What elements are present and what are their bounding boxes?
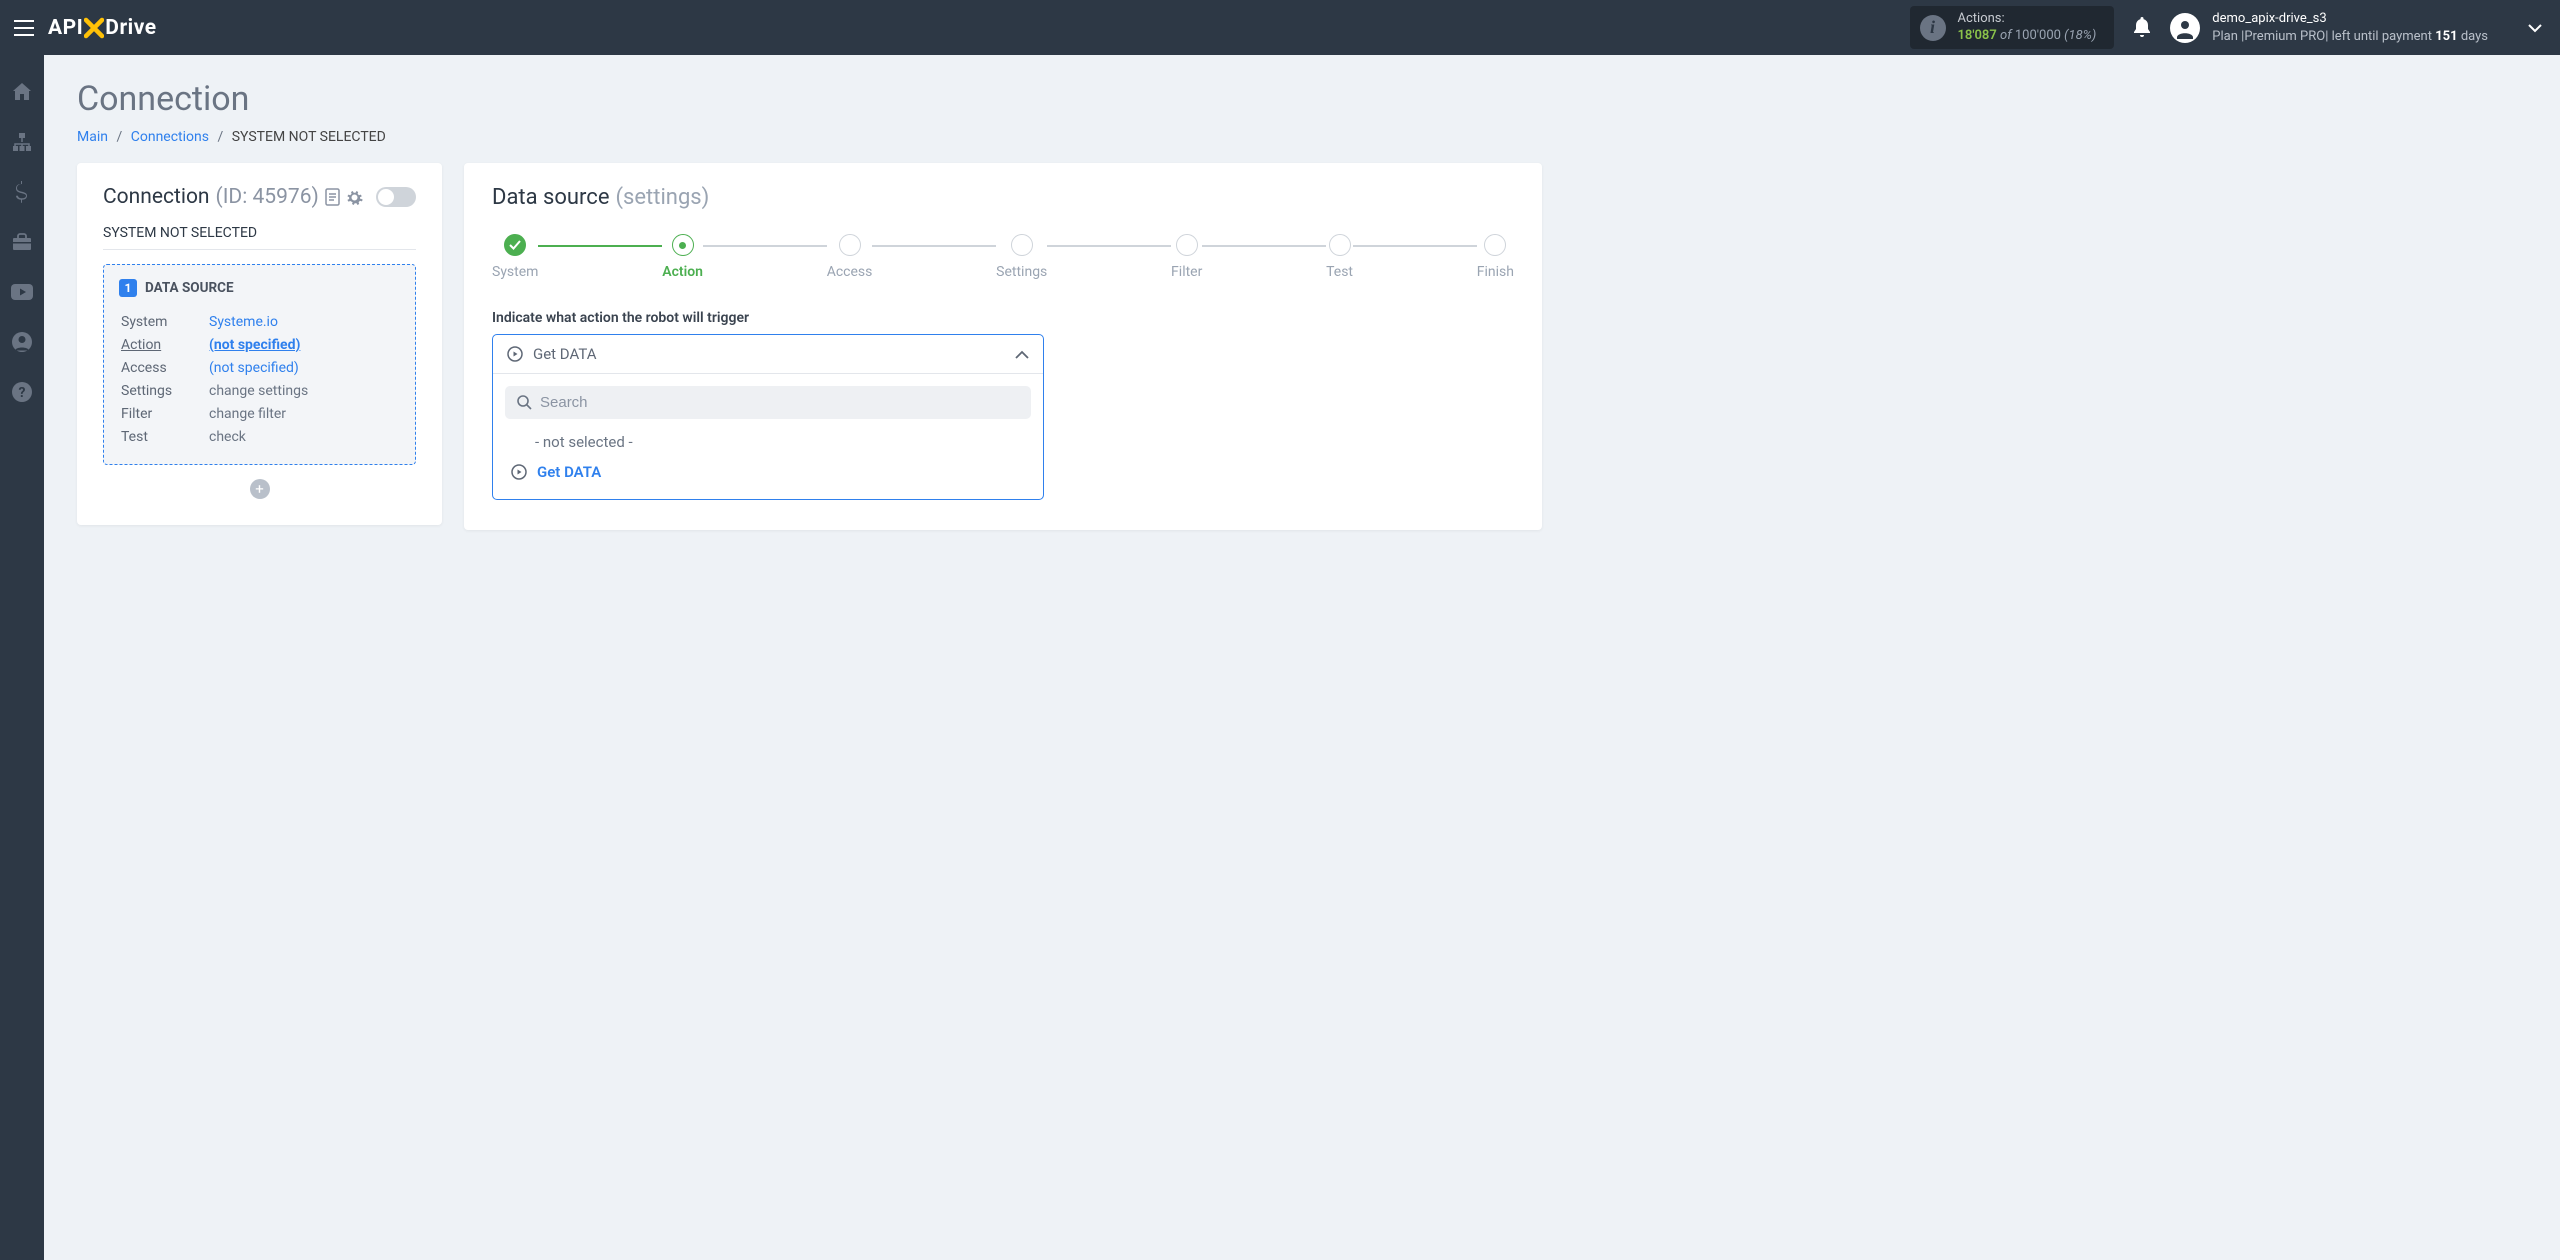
step-label: Access bbox=[827, 264, 873, 280]
svg-text:?: ? bbox=[19, 385, 26, 401]
data-source-box: 1 DATA SOURCE System Systeme.io Action (… bbox=[103, 264, 416, 465]
sidebar: ? bbox=[0, 55, 44, 1260]
step-test[interactable]: Test bbox=[1326, 234, 1353, 280]
right-card-subtitle: (settings) bbox=[616, 185, 710, 210]
data-source-badge: 1 bbox=[119, 279, 137, 297]
ds-label: Filter bbox=[121, 403, 207, 424]
dropdown-search[interactable] bbox=[505, 386, 1031, 419]
dollar-icon[interactable] bbox=[11, 181, 33, 203]
gear-icon[interactable] bbox=[346, 189, 363, 206]
actions-of: of bbox=[2000, 28, 2012, 43]
ds-row-filter[interactable]: Filter change filter bbox=[121, 403, 398, 424]
play-icon bbox=[511, 464, 527, 480]
connection-id: (ID: 45976) bbox=[216, 185, 319, 209]
step-access[interactable]: Access bbox=[827, 234, 873, 280]
chevron-up-icon bbox=[1015, 350, 1029, 359]
top-header: API Drive i Actions: 18'087 of 100'000 (… bbox=[0, 0, 2560, 55]
breadcrumb-current: SYSTEM NOT SELECTED bbox=[232, 129, 386, 145]
ds-label: Action bbox=[121, 334, 207, 355]
logo[interactable]: API Drive bbox=[48, 16, 157, 40]
play-icon bbox=[507, 346, 523, 362]
dropdown-option-get-data[interactable]: Get DATA bbox=[505, 457, 1031, 487]
actions-counter[interactable]: i Actions: 18'087 of 100'000 (18%) bbox=[1910, 6, 2115, 50]
ds-value[interactable]: change filter bbox=[209, 403, 398, 424]
actions-total: 100'000 bbox=[2015, 28, 2061, 43]
right-card-title: Data source bbox=[492, 185, 610, 210]
data-source-settings-card: Data source (settings) System Action bbox=[464, 163, 1542, 530]
notifications-icon[interactable] bbox=[2132, 17, 2152, 39]
home-icon[interactable] bbox=[11, 81, 33, 103]
chevron-down-icon[interactable] bbox=[2528, 23, 2542, 33]
info-icon: i bbox=[1920, 15, 1946, 41]
dropdown-option-not-selected[interactable]: - not selected - bbox=[505, 427, 1031, 457]
ds-row-access[interactable]: Access (not specified) bbox=[121, 357, 398, 378]
ds-label: System bbox=[121, 311, 207, 332]
user-name: demo_apix-drive_s3 bbox=[2212, 10, 2488, 28]
step-label: Test bbox=[1326, 264, 1353, 280]
help-icon[interactable]: ? bbox=[11, 381, 33, 403]
actions-label: Actions: bbox=[1958, 11, 2097, 28]
step-settings[interactable]: Settings bbox=[996, 234, 1047, 280]
connection-toggle[interactable] bbox=[376, 187, 416, 207]
action-field-label: Indicate what action the robot will trig… bbox=[492, 310, 1514, 326]
stepper: System Action Access Settings Filter bbox=[492, 234, 1514, 280]
avatar-icon bbox=[2170, 13, 2200, 43]
dropdown-search-input[interactable] bbox=[540, 394, 1019, 411]
user-icon[interactable] bbox=[11, 331, 33, 353]
ds-value[interactable]: Systeme.io bbox=[209, 311, 398, 332]
ds-label: Access bbox=[121, 357, 207, 378]
dropdown-selected[interactable]: Get DATA bbox=[493, 335, 1043, 374]
ds-label: Test bbox=[121, 426, 207, 447]
ds-value[interactable]: (not specified) bbox=[209, 334, 398, 355]
dropdown-option-label: Get DATA bbox=[537, 463, 601, 481]
user-menu[interactable]: demo_apix-drive_s3 Plan |Premium PRO| le… bbox=[2170, 10, 2488, 45]
actions-used: 18'087 bbox=[1958, 28, 1997, 43]
breadcrumb-main[interactable]: Main bbox=[77, 129, 108, 145]
main-content: Connection Main / Connections / SYSTEM N… bbox=[44, 55, 2560, 1260]
ds-row-settings[interactable]: Settings change settings bbox=[121, 380, 398, 401]
breadcrumb-connections[interactable]: Connections bbox=[131, 129, 209, 145]
connection-subhead: SYSTEM NOT SELECTED bbox=[103, 225, 416, 250]
actions-pct: (18%) bbox=[2064, 28, 2096, 43]
youtube-icon[interactable] bbox=[11, 281, 33, 303]
connection-card: Connection (ID: 45976) SYSTEM NOT SELECT… bbox=[77, 163, 442, 525]
ds-row-action[interactable]: Action (not specified) bbox=[121, 334, 398, 355]
data-source-title: DATA SOURCE bbox=[145, 280, 234, 296]
ds-value[interactable]: check bbox=[209, 426, 398, 447]
document-icon[interactable] bbox=[325, 188, 340, 206]
step-label: Action bbox=[662, 264, 703, 280]
step-label: Finish bbox=[1477, 264, 1514, 280]
menu-toggle[interactable] bbox=[12, 16, 36, 40]
logo-drive: Drive bbox=[105, 16, 156, 40]
step-label: System bbox=[492, 264, 538, 280]
ds-row-test[interactable]: Test check bbox=[121, 426, 398, 447]
step-label: Filter bbox=[1171, 264, 1202, 280]
page-title: Connection bbox=[77, 79, 2527, 119]
logo-x bbox=[84, 17, 104, 39]
ds-row-system[interactable]: System Systeme.io bbox=[121, 311, 398, 332]
step-label: Settings bbox=[996, 264, 1047, 280]
logo-api: API bbox=[48, 16, 83, 40]
ds-value[interactable]: (not specified) bbox=[209, 357, 398, 378]
dropdown-selected-text: Get DATA bbox=[533, 345, 597, 363]
actions-text: Actions: 18'087 of 100'000 (18%) bbox=[1958, 11, 2097, 45]
breadcrumb: Main / Connections / SYSTEM NOT SELECTED bbox=[77, 129, 2527, 145]
briefcase-icon[interactable] bbox=[11, 231, 33, 253]
step-system[interactable]: System bbox=[492, 234, 538, 280]
action-dropdown: Get DATA - not selected - Get DAT bbox=[492, 334, 1044, 500]
connection-card-title: Connection bbox=[103, 185, 210, 209]
step-filter[interactable]: Filter bbox=[1171, 234, 1202, 280]
sitemap-icon[interactable] bbox=[11, 131, 33, 153]
step-finish[interactable]: Finish bbox=[1477, 234, 1514, 280]
ds-label: Settings bbox=[121, 380, 207, 401]
add-datasource-button[interactable]: + bbox=[250, 479, 270, 499]
step-action[interactable]: Action bbox=[662, 234, 703, 280]
search-icon bbox=[517, 395, 532, 410]
user-plan: Plan |Premium PRO| left until payment 15… bbox=[2212, 28, 2488, 46]
ds-value[interactable]: change settings bbox=[209, 380, 398, 401]
